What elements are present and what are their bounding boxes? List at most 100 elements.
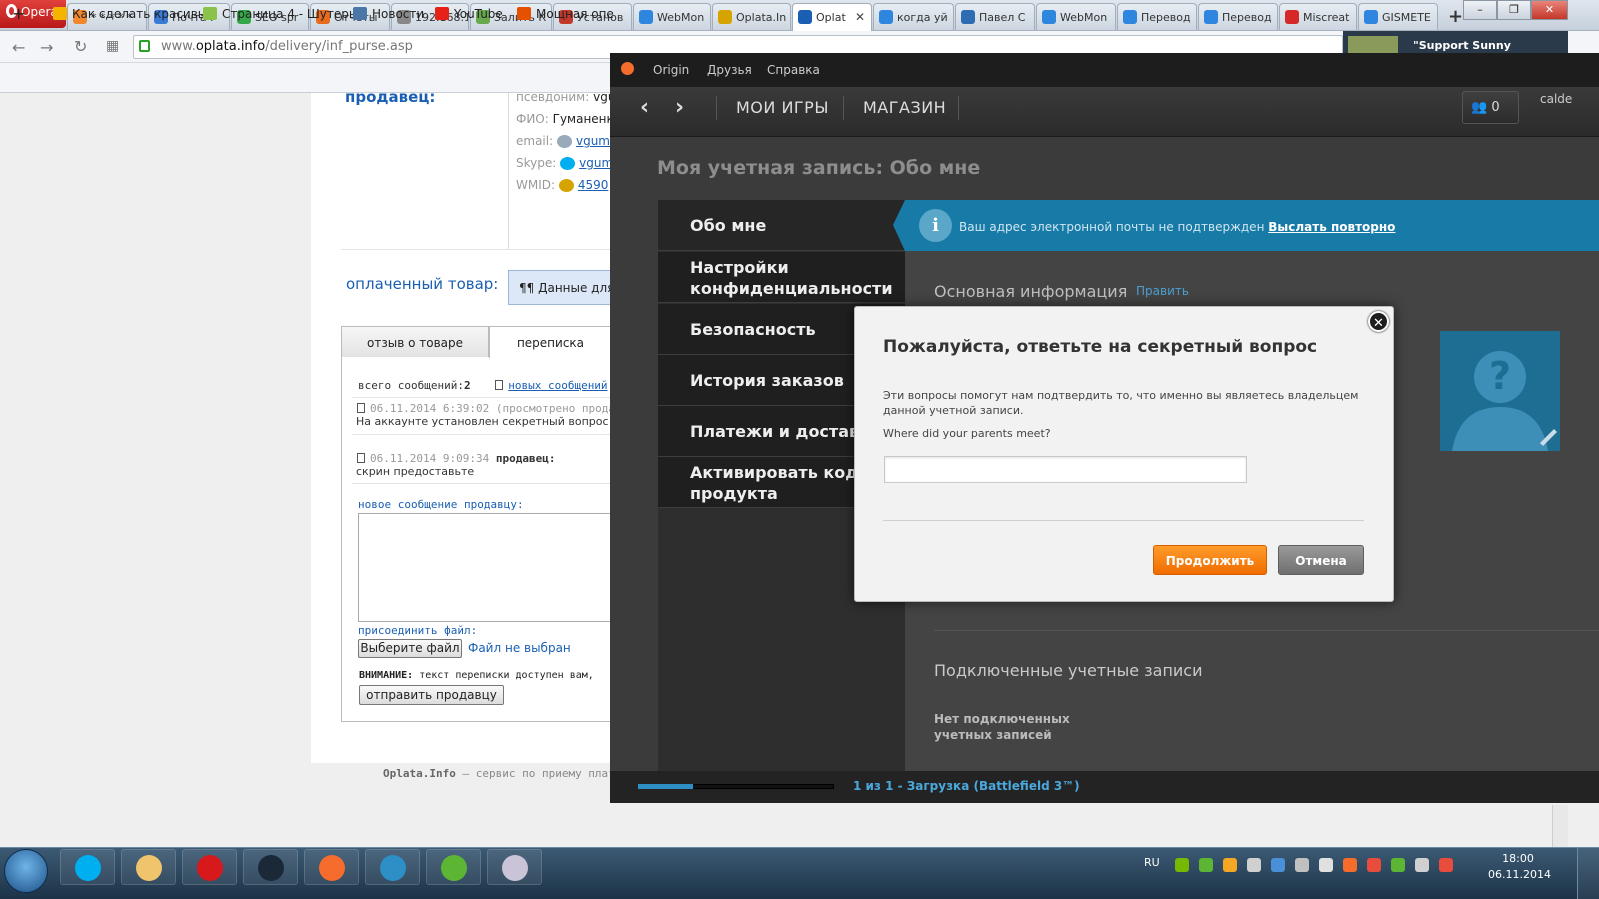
browser-tab[interactable]: Miscreat	[1279, 3, 1357, 30]
seller-field-link[interactable]: vgum	[576, 134, 610, 148]
clock[interactable]: 18:00 06.11.2014	[1488, 851, 1551, 883]
show-desktop-button[interactable]	[1577, 848, 1599, 899]
back-icon[interactable]: ←	[12, 38, 25, 57]
goods-data-button[interactable]: ¶¶ Данные для	[508, 270, 611, 305]
browser-tab[interactable]: Oplata.In	[712, 3, 791, 30]
origin-back-icon[interactable]: ‹	[640, 95, 649, 120]
tray-icon[interactable]	[1247, 858, 1261, 872]
seller-field: Skype: vgum	[516, 156, 613, 170]
browser-tab[interactable]: Павел С	[955, 3, 1035, 30]
new-messages-link[interactable]: новых сообщений	[508, 379, 607, 392]
bookmark-label: YouTube	[454, 7, 503, 21]
origin-menu-help[interactable]: Справка	[767, 63, 820, 77]
tray-icon[interactable]	[1343, 858, 1357, 872]
taskbar-app-origin[interactable]	[304, 849, 359, 885]
active-pointer	[893, 200, 905, 251]
seller-field-link[interactable]: vgum	[579, 156, 613, 170]
bookmark-item[interactable]: Мощная опе	[517, 7, 614, 21]
sidebar-item-privacy[interactable]: Настройки конфиденциальности	[658, 252, 905, 303]
origin-icon	[319, 855, 345, 881]
bookmark-label: Мощная опе	[536, 7, 614, 21]
bookmark-item[interactable]: YouTube	[435, 7, 503, 21]
resend-email-link[interactable]: Выслать повторно	[1268, 220, 1395, 234]
bookmark-item[interactable]: Страница 4 - Шутеры	[203, 7, 358, 21]
account-page-title: Моя учетная запись: Обо мне	[657, 157, 981, 179]
download-status-text[interactable]: 1 из 1 - Загрузка (Battlefield 3™)	[853, 779, 1080, 793]
favicon-icon	[961, 10, 975, 24]
browser-tab[interactable]: WebMon	[633, 3, 711, 30]
taskbar-app-utorrent[interactable]	[426, 849, 481, 885]
explorer-icon	[136, 855, 162, 881]
origin-username[interactable]: calde	[1540, 92, 1572, 106]
seller-field-link[interactable]: 4590	[578, 178, 609, 192]
taskbar-app-explorer[interactable]	[121, 849, 176, 885]
sidebar-item-about[interactable]: Обо мне	[658, 200, 905, 251]
bookmark-item[interactable]: Как сделать красивый	[53, 7, 215, 21]
browser-tab[interactable]: Перевод	[1117, 3, 1197, 30]
new-tab-button[interactable]: +	[1448, 6, 1463, 27]
choose-file-button[interactable]: Выберите файл	[358, 639, 462, 658]
tray-icon[interactable]	[1391, 858, 1405, 872]
browser-tab[interactable]: GISMETE	[1358, 3, 1438, 30]
taskbar-app-steam[interactable]	[243, 849, 298, 885]
browser-tab[interactable]: Перевод	[1198, 3, 1278, 30]
close-icon[interactable]: ✕	[1368, 311, 1389, 332]
forward-icon[interactable]: →	[40, 38, 53, 57]
seller-field-key: псевдоним:	[516, 90, 590, 104]
tray-icon[interactable]	[1199, 858, 1213, 872]
message-author: продавец:	[495, 452, 556, 465]
language-indicator[interactable]: RU	[1144, 856, 1160, 869]
send-to-seller-button[interactable]: отправить продавцу	[359, 685, 504, 705]
tray-icon[interactable]	[1271, 858, 1285, 872]
tab-close-icon[interactable]: ✕	[855, 10, 865, 24]
maximize-button[interactable]: ❐	[1497, 0, 1531, 20]
divider	[352, 483, 611, 484]
message-textarea[interactable]	[358, 513, 611, 622]
origin-nav-my-games[interactable]: МОИ ИГРЫ	[736, 98, 829, 117]
taskbar-app-opera[interactable]	[182, 849, 237, 885]
browser-tab[interactable]: когда уй	[873, 3, 954, 30]
security-answer-input[interactable]	[884, 456, 1247, 483]
scrollbar[interactable]	[1552, 805, 1568, 847]
cancel-button[interactable]: Отмена	[1278, 545, 1364, 575]
browser-tab[interactable]: WebMon	[1036, 3, 1116, 30]
start-button[interactable]	[4, 849, 48, 893]
origin-menu-origin[interactable]: Origin	[653, 63, 689, 77]
tray-icon[interactable]	[1175, 858, 1189, 872]
steam-icon	[258, 855, 284, 881]
speed-dial-icon[interactable]: ▦	[106, 38, 119, 54]
tab-correspondence[interactable]: переписка	[489, 326, 611, 358]
close-window-button[interactable]: ✕	[1531, 0, 1568, 20]
message-1-header: 06.11.2014 6:39:02 (просмотрено продав	[357, 402, 611, 415]
taskbar-app-download[interactable]	[365, 849, 420, 885]
friends-button[interactable]: 👥 0	[1462, 91, 1519, 124]
edit-link[interactable]: Править	[1136, 284, 1189, 298]
browser-tab[interactable]: Oplat ✕	[792, 3, 872, 31]
tray-icon[interactable]	[1295, 858, 1309, 872]
email-icon	[556, 135, 572, 148]
tab-review[interactable]: отзыв о товаре	[341, 326, 489, 357]
tray-icon[interactable]	[1367, 858, 1381, 872]
minimize-button[interactable]: –	[1463, 0, 1497, 20]
message-meta: (просмотрено продав	[495, 402, 611, 415]
bookmark-item[interactable]: +	[12, 4, 25, 23]
divider	[352, 397, 611, 398]
taskbar-app-game[interactable]	[487, 849, 542, 885]
reload-icon[interactable]: ↻	[74, 37, 87, 56]
seller-field: псевдоним: vgu	[516, 90, 615, 104]
tray-icon[interactable]	[1319, 858, 1333, 872]
origin-nav-store[interactable]: МАГАЗИН	[863, 98, 946, 117]
warning-bold: ВНИМАНИЕ:	[359, 670, 414, 681]
taskbar-app-skype[interactable]	[60, 849, 115, 885]
origin-menu-friends[interactable]: Друзья	[707, 63, 752, 77]
tray-icon[interactable]	[1439, 858, 1453, 872]
avatar[interactable]: ?	[1440, 331, 1560, 451]
tray-icon[interactable]	[1415, 858, 1429, 872]
continue-button[interactable]: Продолжить	[1153, 545, 1267, 575]
url-scheme: www.	[161, 39, 196, 54]
favicon-icon	[1285, 10, 1299, 24]
seller-field-key: ФИО:	[516, 112, 549, 126]
tray-icon[interactable]	[1223, 858, 1237, 872]
origin-forward-icon[interactable]: ›	[675, 95, 684, 120]
bookmark-item[interactable]: Новости	[353, 7, 424, 21]
